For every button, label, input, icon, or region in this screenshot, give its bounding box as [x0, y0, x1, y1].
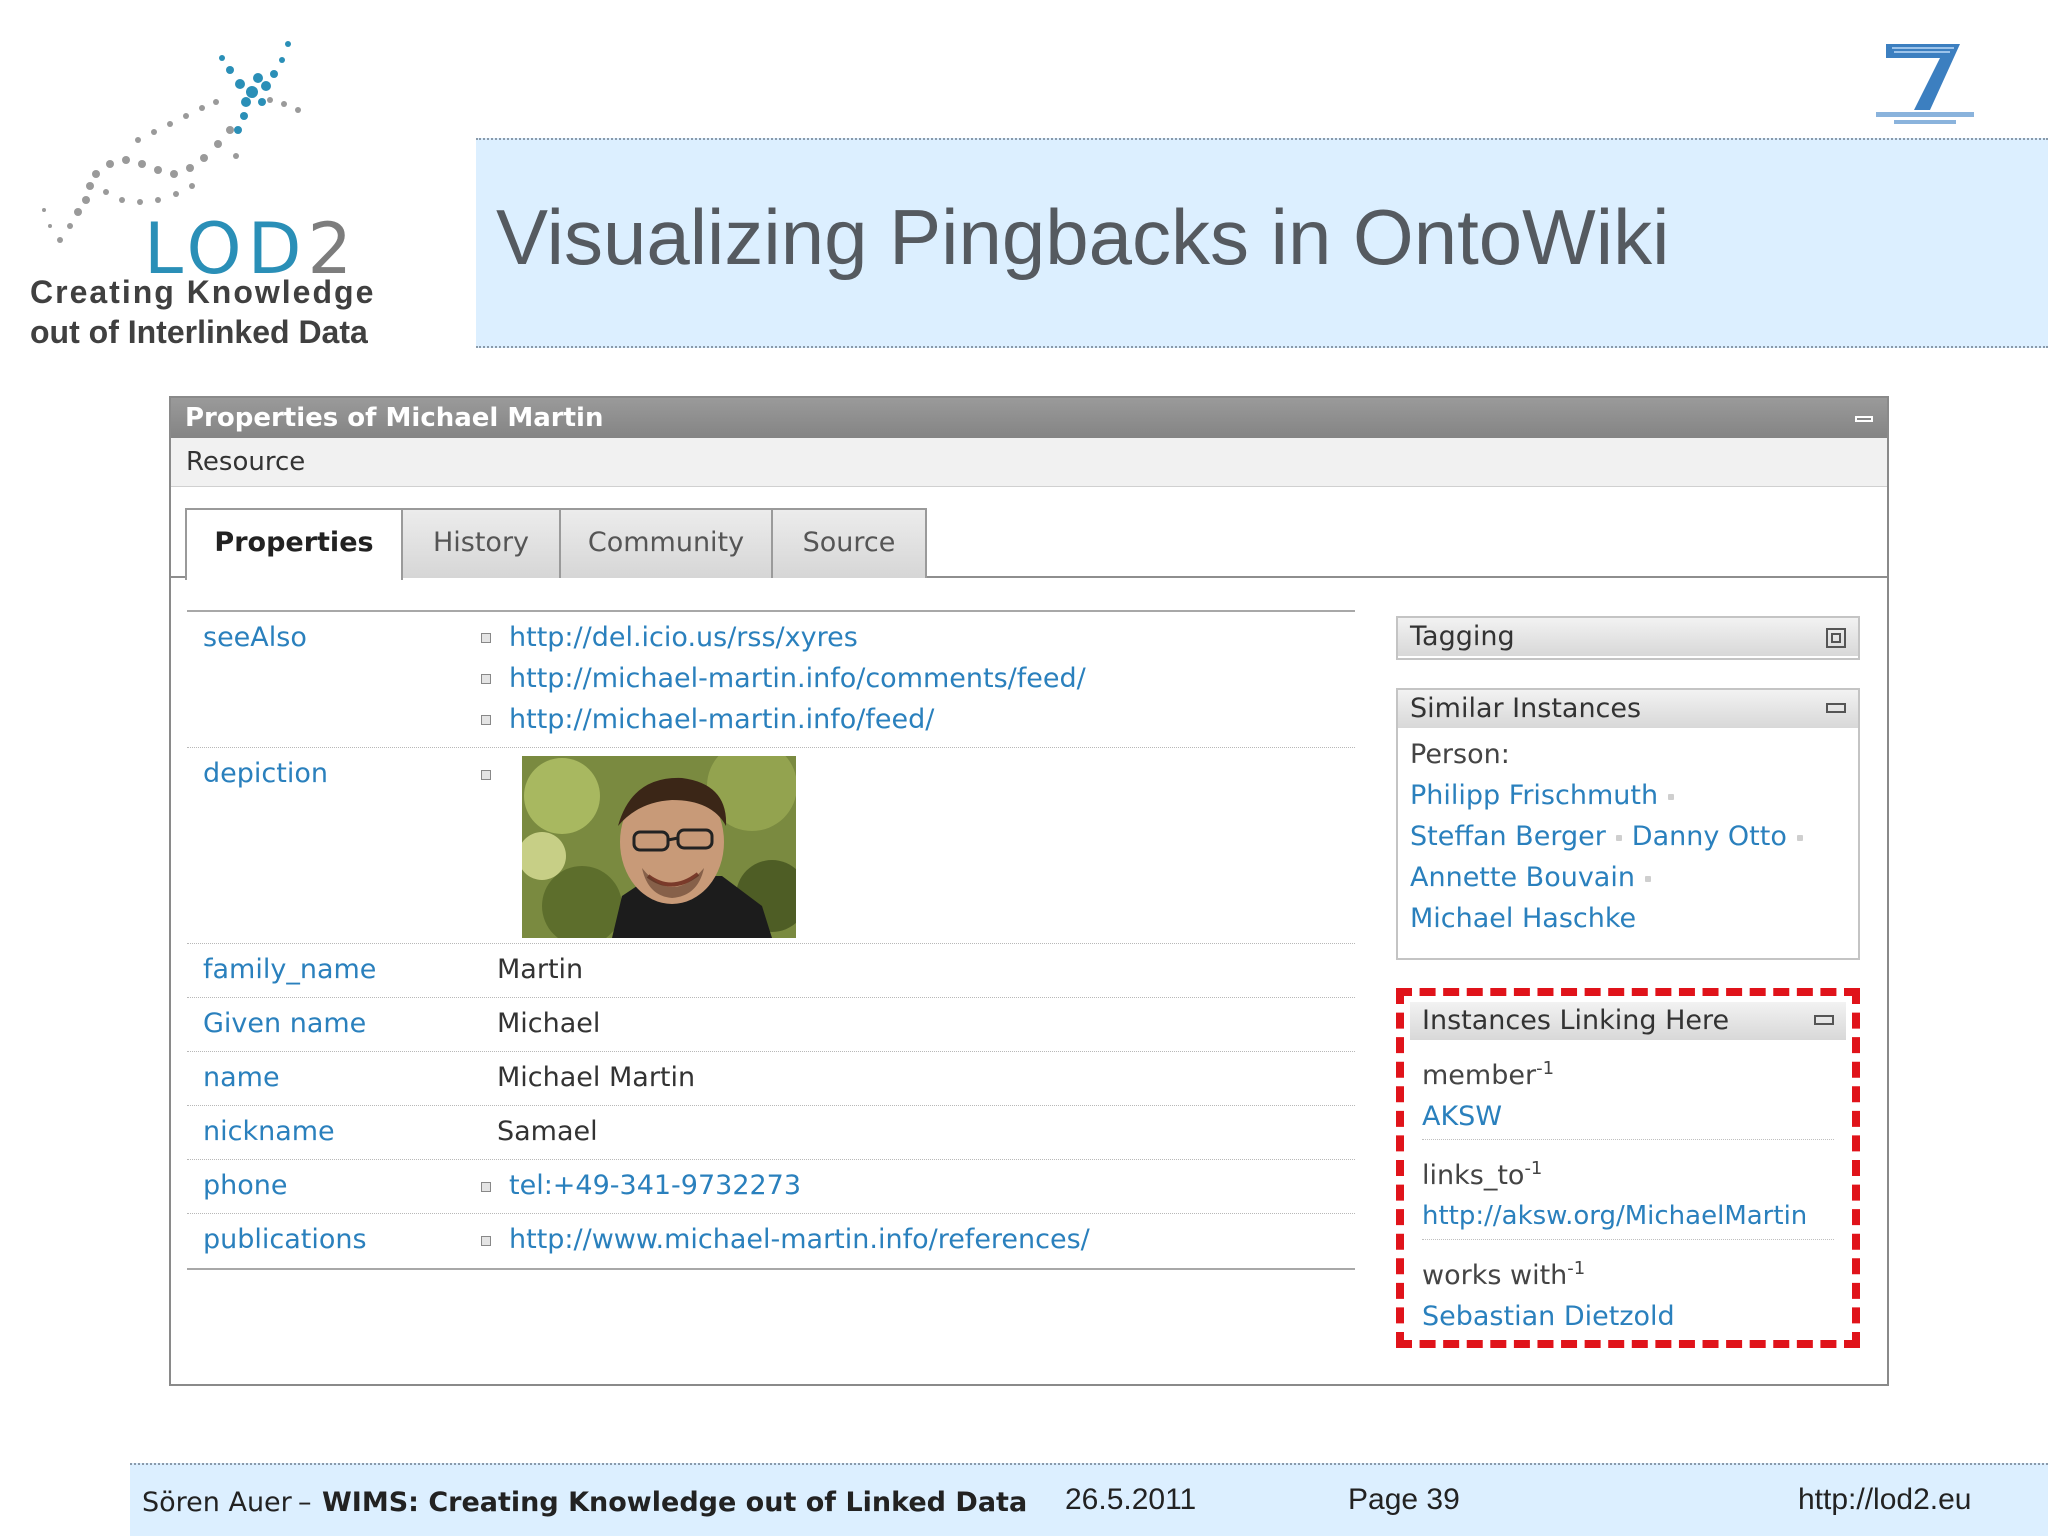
separator-dot	[1668, 793, 1675, 800]
linking-section: member-1 AKSW	[1422, 1044, 1834, 1140]
collapse-widget-icon[interactable]	[1814, 1015, 1834, 1025]
tab-properties[interactable]: Properties	[185, 508, 403, 580]
slide-title: Visualizing Pingbacks in OntoWiki	[496, 193, 1670, 281]
instances-linking-body: member-1 AKSW links_to-1 http://aksw.org…	[1410, 1040, 1846, 1345]
value-seealso-3[interactable]: http://michael-martin.info/feed/	[481, 704, 1086, 745]
expand-icon[interactable]	[481, 770, 491, 780]
property-key-family-name[interactable]: family_name	[203, 954, 376, 985]
property-values-seealso: http://del.icio.us/rss/xyres http://mich…	[481, 622, 1086, 745]
tab-source[interactable]: Source	[771, 508, 927, 578]
property-value-nickname: Samael	[497, 1116, 598, 1147]
instances-linking-here-widget: Instances Linking Here member-1 AKSW lin…	[1410, 1002, 1846, 1345]
property-key-given-name[interactable]: Given name	[203, 1008, 366, 1039]
footer-talk-title: WIMS: Creating Knowledge out of Linked D…	[322, 1487, 1028, 1518]
tagging-widget: Tagging	[1396, 616, 1860, 660]
portrait-image	[522, 756, 796, 938]
similar-instances-body: Person: Philipp Frischmuth Steffan Berge…	[1398, 728, 1858, 945]
resource-label: Resource	[186, 447, 306, 477]
footer-url: http://lod2.eu	[1798, 1483, 1972, 1516]
depiction-photo[interactable]	[522, 756, 796, 938]
separator-dot	[1644, 875, 1651, 882]
tab-community[interactable]: Community	[559, 508, 773, 578]
property-row-family-name: family_name Martin	[187, 944, 1355, 998]
property-key-name[interactable]: name	[203, 1062, 280, 1093]
property-row-phone: phone tel:+49-341-9732273	[187, 1160, 1355, 1214]
logo-tagline-1: Creating Knowledge	[30, 274, 376, 310]
similar-instances-widget: Similar Instances Person: Philipp Frisch…	[1396, 688, 1860, 960]
property-table: seeAlso http://del.icio.us/rss/xyres htt…	[187, 610, 1355, 1270]
expand-icon[interactable]	[481, 715, 491, 725]
similar-person-link[interactable]: Michael Haschke	[1410, 903, 1636, 934]
ontowiki-window: Properties of Michael Martin Resource Pr…	[169, 396, 1889, 1386]
property-key-nickname[interactable]: nickname	[203, 1116, 335, 1147]
class-label: Person:	[1410, 739, 1510, 770]
collapse-widget-icon[interactable]	[1826, 703, 1846, 713]
relation-label: works with-1	[1422, 1258, 1586, 1291]
tagging-title: Tagging	[1410, 621, 1515, 652]
relation-label: links_to-1	[1422, 1158, 1543, 1191]
separator-dot	[1615, 834, 1622, 841]
property-key-depiction[interactable]: depiction	[203, 758, 328, 789]
similar-instances-title: Similar Instances	[1410, 693, 1642, 724]
slide-footer: Sören Auer – WIMS: Creating Knowledge ou…	[130, 1463, 2048, 1536]
title-band: Visualizing Pingbacks in OntoWiki	[476, 138, 2048, 348]
minimize-icon[interactable]	[1855, 416, 1873, 422]
linking-section: links_to-1 http://aksw.org/MichaelMartin	[1422, 1140, 1834, 1240]
expand-icon[interactable]	[481, 633, 491, 643]
tagging-header[interactable]: Tagging	[1398, 618, 1858, 656]
property-key-publications[interactable]: publications	[203, 1224, 367, 1255]
property-value-name: Michael Martin	[497, 1062, 696, 1093]
similar-person-link[interactable]: Philipp Frischmuth	[1410, 780, 1658, 811]
property-row-seealso: seeAlso http://del.icio.us/rss/xyres htt…	[187, 612, 1355, 748]
value-seealso-2[interactable]: http://michael-martin.info/comments/feed…	[481, 663, 1086, 704]
property-row-depiction: depiction	[187, 748, 1355, 944]
property-key-seealso[interactable]: seeAlso	[203, 622, 307, 653]
similar-person-link[interactable]: Annette Bouvain	[1410, 862, 1635, 893]
property-value-publications[interactable]: http://www.michael-martin.info/reference…	[509, 1224, 1090, 1255]
linking-target[interactable]: http://aksw.org/MichaelMartin	[1422, 1196, 1834, 1237]
instances-linking-here-highlight: Instances Linking Here member-1 AKSW lin…	[1396, 988, 1860, 1348]
linking-section: works with-1 Sebastian Dietzold	[1422, 1240, 1834, 1339]
linking-target[interactable]: AKSW	[1422, 1096, 1834, 1137]
fp7-seven-icon	[1876, 44, 1974, 124]
property-row-nickname: nickname Samael	[187, 1106, 1355, 1160]
linking-target[interactable]: Sebastian Dietzold	[1422, 1296, 1834, 1337]
property-row-publications: publications http://www.michael-martin.i…	[187, 1214, 1355, 1270]
relation-label: member-1	[1422, 1058, 1555, 1091]
window-title: Properties of Michael Martin	[185, 403, 604, 433]
similar-instances-header[interactable]: Similar Instances	[1398, 690, 1858, 728]
separator-dot	[1796, 834, 1803, 841]
footer-date: 26.5.2011	[1065, 1483, 1197, 1516]
logo-tagline-2: out of Interlinked Data	[30, 314, 368, 350]
footer-page-number: Page 39	[1348, 1483, 1460, 1516]
expand-icon[interactable]	[481, 1182, 491, 1192]
window-titlebar: Properties of Michael Martin	[171, 398, 1887, 438]
instances-linking-title: Instances Linking Here	[1422, 1005, 1730, 1036]
similar-person-link[interactable]: Danny Otto	[1632, 821, 1787, 852]
footer-dash: –	[298, 1487, 312, 1518]
property-row-given-name: Given name Michael	[187, 998, 1355, 1052]
resource-bar: Resource	[171, 438, 1887, 487]
tab-history[interactable]: History	[401, 508, 561, 578]
fp7-logo	[1870, 38, 1980, 128]
value-seealso-1[interactable]: http://del.icio.us/rss/xyres	[481, 622, 1086, 663]
similar-person-link[interactable]: Steffan Berger	[1410, 821, 1606, 852]
property-value-family-name: Martin	[497, 954, 584, 985]
property-row-name: name Michael Martin	[187, 1052, 1355, 1106]
property-key-phone[interactable]: phone	[203, 1170, 288, 1201]
lod2-logo: LOD2 Creating Knowledge out of Interlink…	[20, 30, 400, 360]
tab-bar: Properties History Community Source	[171, 508, 1887, 580]
footer-author: Sören Auer	[142, 1487, 292, 1518]
expand-icon[interactable]	[481, 674, 491, 684]
instances-linking-header[interactable]: Instances Linking Here	[1410, 1002, 1846, 1040]
property-value-given-name: Michael	[497, 1008, 601, 1039]
property-value-phone[interactable]: tel:+49-341-9732273	[509, 1170, 801, 1201]
expand-widget-icon[interactable]	[1826, 628, 1846, 648]
expand-icon[interactable]	[481, 1236, 491, 1246]
